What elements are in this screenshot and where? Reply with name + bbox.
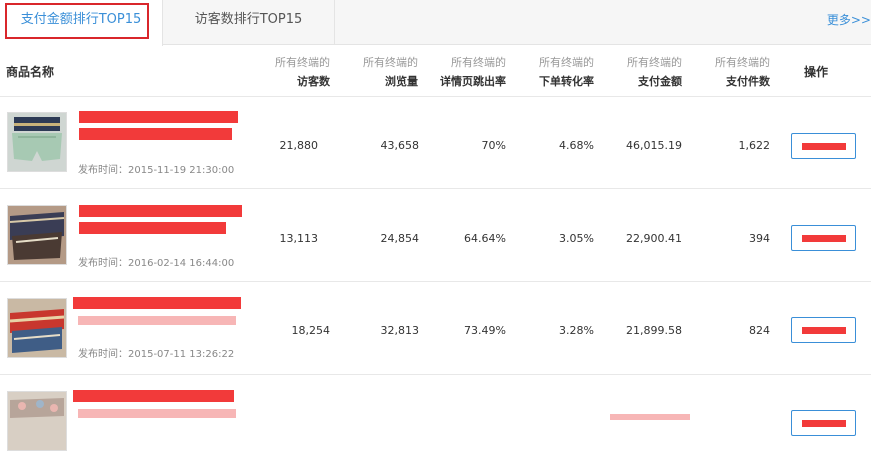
publish-time: 发布时间：2016-02-14 16:44:00 (78, 258, 235, 269)
cell-pieces: 824 (749, 324, 770, 337)
column-header-label: 浏览量 (385, 75, 418, 88)
obscured-product-title (78, 316, 236, 325)
product-thumbnail[interactable] (7, 205, 67, 265)
column-header-views: 所有终端的 浏览量 (363, 56, 418, 91)
cell-bounce: 73.49% (464, 324, 506, 337)
column-header-pieces: 所有终端的 支付件数 (715, 56, 770, 91)
tab-bar: 支付金额排行TOP15 访客数排行TOP15 更多>> (0, 0, 871, 46)
redacted-product-title (79, 205, 242, 217)
column-header-label: 下单转化率 (539, 75, 594, 88)
redacted-product-title (79, 222, 226, 234)
redacted-action-label (802, 143, 846, 150)
column-header-conversion: 所有终端的 下单转化率 (539, 56, 594, 91)
obscured-cell-amount (610, 414, 690, 420)
column-header-prefix: 所有终端的 (275, 56, 330, 69)
tab-payment-amount-top15[interactable]: 支付金额排行TOP15 (0, 0, 163, 46)
cell-bounce: 70% (481, 139, 506, 152)
table-row: 发布时间：2016-02-14 16:44:00 13,113 24,854 6… (0, 190, 871, 282)
cell-bounce: 64.64% (464, 232, 506, 245)
product-thumbnail[interactable] (7, 298, 67, 358)
action-button[interactable] (791, 317, 856, 343)
action-button[interactable] (791, 133, 856, 159)
publish-time: 发布时间：2015-07-11 13:26:22 (78, 349, 235, 360)
redacted-product-title (73, 390, 234, 402)
cell-conversion: 3.05% (559, 232, 594, 245)
redacted-product-title (79, 111, 238, 123)
cell-visitors: 13,113 (279, 232, 319, 245)
column-header-action: 操作 (804, 65, 829, 79)
cell-visitors: 21,880 (279, 139, 319, 152)
table-row: 发布时间：2015-07-11 13:26:22 18,254 32,813 7… (0, 283, 871, 375)
column-header-prefix: 所有终端的 (363, 56, 418, 69)
redacted-action-label (802, 235, 846, 242)
table-header: 商品名称 所有终端的 访客数 所有终端的 浏览量 所有终端的 详情页跳出率 所有… (0, 45, 871, 97)
column-header-label: 访客数 (297, 75, 330, 88)
column-header-product: 商品名称 (6, 65, 55, 79)
column-header-label: 支付金额 (638, 75, 682, 88)
table-row (0, 376, 871, 468)
obscured-product-title (78, 409, 236, 418)
redacted-action-label (802, 327, 846, 334)
cell-pieces: 1,622 (738, 139, 771, 152)
column-header-prefix: 所有终端的 (627, 56, 682, 69)
column-header-label: 详情页跳出率 (440, 75, 506, 88)
action-button[interactable] (791, 410, 856, 436)
cell-views: 43,658 (380, 139, 420, 152)
cell-visitors: 18,254 (291, 324, 331, 337)
column-header-label: 支付件数 (726, 75, 770, 88)
tab-visitors-top15[interactable]: 访客数排行TOP15 (163, 0, 335, 45)
column-header-prefix: 所有终端的 (451, 56, 506, 69)
redacted-product-title (73, 297, 241, 309)
column-header-bounce: 所有终端的 详情页跳出率 (440, 56, 506, 91)
more-link[interactable]: 更多>> (827, 0, 871, 40)
column-header-prefix: 所有终端的 (715, 56, 770, 69)
publish-time: 发布时间：2015-11-19 21:30:00 (78, 165, 235, 176)
product-thumbnail[interactable] (7, 391, 67, 451)
action-button[interactable] (791, 225, 856, 251)
cell-amount: 21,899.58 (626, 324, 682, 337)
product-thumbnail[interactable] (7, 112, 67, 172)
column-header-prefix: 所有终端的 (539, 56, 594, 69)
redacted-action-label (802, 420, 846, 427)
redacted-product-title (79, 128, 232, 140)
cell-pieces: 394 (749, 232, 770, 245)
cell-conversion: 4.68% (559, 139, 594, 152)
column-header-visitors: 所有终端的 访客数 (275, 56, 330, 91)
cell-amount: 22,900.41 (626, 232, 682, 245)
tab-visitors-label: 访客数排行TOP15 (194, 12, 303, 27)
table-row: 发布时间：2015-11-19 21:30:00 21,880 43,658 7… (0, 97, 871, 189)
cell-views: 24,854 (380, 232, 420, 245)
cell-amount: 46,015.19 (626, 139, 682, 152)
cell-views: 32,813 (380, 324, 420, 337)
column-header-amount: 所有终端的 支付金额 (627, 56, 682, 91)
cell-conversion: 3.28% (559, 324, 594, 337)
tab-payment-amount-label: 支付金额排行TOP15 (20, 12, 142, 27)
